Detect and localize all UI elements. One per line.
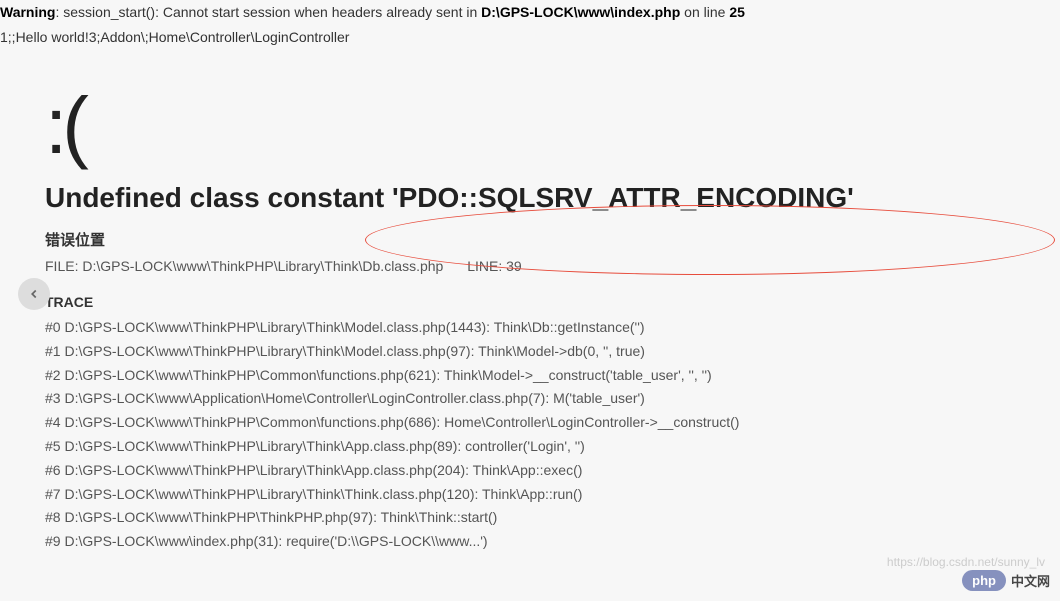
- file-path: FILE: D:\GPS-LOCK\www\ThinkPHP\Library\T…: [45, 258, 443, 274]
- trace-line: #7 D:\GPS-LOCK\www\ThinkPHP\Library\Thin…: [45, 483, 1060, 507]
- line-number: LINE: 39: [467, 258, 521, 274]
- warning-line-text: on line: [680, 4, 729, 20]
- trace-line: #8 D:\GPS-LOCK\www\ThinkPHP\ThinkPHP.php…: [45, 506, 1060, 530]
- warning-file: D:\GPS-LOCK\www\index.php: [481, 4, 680, 20]
- warning-label: Warning: [0, 4, 55, 20]
- php-warning: Warning: session_start(): Cannot start s…: [0, 0, 1060, 25]
- warning-line-num: 25: [729, 4, 745, 20]
- error-location-label: 错误位置: [45, 229, 1060, 250]
- chevron-left-icon: [27, 287, 41, 301]
- watermark: php 中文网: [962, 570, 1050, 591]
- error-content: :( Undefined class constant 'PDO::SQLSRV…: [0, 80, 1060, 554]
- trace-line: #5 D:\GPS-LOCK\www\ThinkPHP\Library\Thin…: [45, 435, 1060, 459]
- extra-output-line: 1;;Hello world!3;Addon\;Home\Controller\…: [0, 25, 1060, 50]
- back-button[interactable]: [18, 278, 50, 310]
- watermark-text: 中文网: [1011, 571, 1050, 590]
- trace-line: #2 D:\GPS-LOCK\www\ThinkPHP\Common\funct…: [45, 364, 1060, 388]
- trace-line: #3 D:\GPS-LOCK\www\Application\Home\Cont…: [45, 387, 1060, 411]
- error-title: Undefined class constant 'PDO::SQLSRV_AT…: [45, 182, 1060, 214]
- watermark-php-badge: php: [962, 570, 1006, 591]
- sad-face-icon: :(: [45, 80, 1060, 172]
- trace-line: #6 D:\GPS-LOCK\www\ThinkPHP\Library\Thin…: [45, 459, 1060, 483]
- file-info: FILE: D:\GPS-LOCK\www\ThinkPHP\Library\T…: [45, 258, 1060, 274]
- watermark-url: https://blog.csdn.net/sunny_lv: [887, 555, 1045, 569]
- trace-line: #1 D:\GPS-LOCK\www\ThinkPHP\Library\Thin…: [45, 340, 1060, 364]
- trace-line: #4 D:\GPS-LOCK\www\ThinkPHP\Common\funct…: [45, 411, 1060, 435]
- warning-message: : session_start(): Cannot start session …: [55, 4, 481, 20]
- trace-line: #9 D:\GPS-LOCK\www\index.php(31): requir…: [45, 530, 1060, 554]
- trace-line: #0 D:\GPS-LOCK\www\ThinkPHP\Library\Thin…: [45, 316, 1060, 340]
- trace-label: TRACE: [45, 294, 1060, 310]
